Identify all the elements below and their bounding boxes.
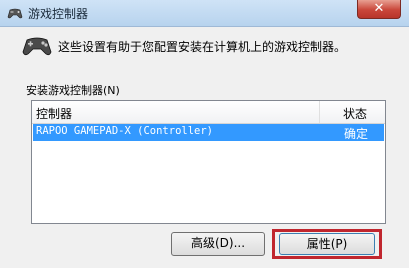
properties-button[interactable]: 属性(P) <box>279 233 375 255</box>
installed-controllers-label: 安装游戏控制器(N) <box>26 84 120 97</box>
description-text: 这些设置有助于您配置安装在计算机上的游戏控制器。 <box>58 40 347 54</box>
list-header: 控制器 状态 <box>32 101 385 124</box>
column-header-controller[interactable]: 控制器 <box>36 105 72 122</box>
gamepad-icon <box>7 8 23 19</box>
advanced-button[interactable]: 高级(D)... <box>171 232 265 256</box>
title-bar[interactable]: 游戏控制器 ✕ <box>0 0 409 27</box>
close-button[interactable]: ✕ <box>357 0 401 19</box>
column-divider[interactable] <box>319 101 320 123</box>
gamepad-icon <box>22 37 52 56</box>
controller-list[interactable]: 控制器 状态 RAPOO GAMEPAD-X (Controller) 确定 <box>31 100 386 224</box>
controller-name: RAPOO GAMEPAD-X (Controller) <box>36 125 214 137</box>
controller-status: 确定 <box>344 127 369 141</box>
list-item[interactable]: RAPOO GAMEPAD-X (Controller) 确定 <box>33 124 384 141</box>
column-header-status[interactable]: 状态 <box>343 105 367 122</box>
window-title: 游戏控制器 <box>28 7 89 21</box>
